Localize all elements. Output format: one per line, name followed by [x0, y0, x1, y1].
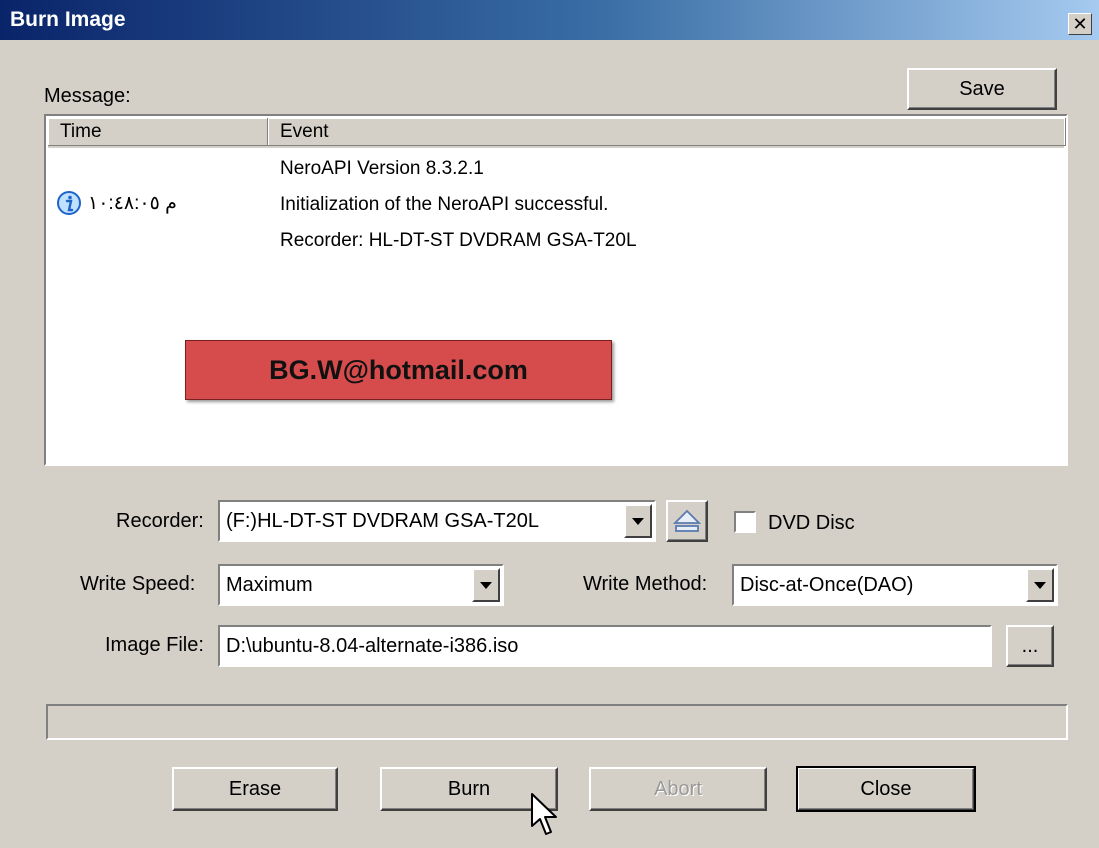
dvd-disc-label: DVD Disc — [768, 512, 855, 534]
recorder-value: (F:)HL-DT-ST DVDRAM GSA-T20L — [226, 510, 539, 532]
write-speed-dropdown-button[interactable] — [472, 568, 500, 602]
event-line-2: Initialization of the NeroAPI successful… — [280, 194, 609, 215]
message-list[interactable]: Time Event م ١٠:٤٨:٠٥ NeroAPI Version 8.… — [44, 114, 1068, 466]
save-button[interactable]: Save — [907, 68, 1057, 110]
write-method-value: Disc-at-Once(DAO) — [740, 574, 914, 596]
write-speed-value: Maximum — [226, 574, 313, 596]
window-title: Burn Image — [10, 8, 126, 31]
image-file-label: Image File: — [105, 634, 204, 656]
column-header-event[interactable]: Event — [268, 118, 1066, 146]
eject-button[interactable] — [666, 500, 708, 542]
image-file-input[interactable]: D:\ubuntu-8.04-alternate-i386.iso — [218, 625, 992, 667]
write-method-dropdown-button[interactable] — [1026, 568, 1054, 602]
recorder-dropdown-button[interactable] — [624, 504, 652, 538]
info-icon — [57, 191, 81, 215]
write-speed-label: Write Speed: — [80, 573, 196, 595]
event-line-1: NeroAPI Version 8.3.2.1 — [280, 158, 484, 179]
close-button[interactable]: Close — [796, 766, 976, 812]
write-speed-select[interactable]: Maximum — [218, 564, 504, 606]
event-line-3: Recorder: HL-DT-ST DVDRAM GSA-T20L — [280, 230, 637, 251]
message-label: Message: — [44, 85, 131, 107]
dvd-disc-checkbox[interactable] — [734, 511, 756, 533]
email-watermark: BG.W@hotmail.com — [185, 340, 612, 400]
chevron-down-icon — [632, 517, 644, 525]
column-header-time[interactable]: Time — [48, 118, 268, 146]
title-bar[interactable]: Burn Image ✕ — [0, 0, 1099, 40]
write-method-select[interactable]: Disc-at-Once(DAO) — [732, 564, 1058, 606]
browse-button[interactable]: ... — [1006, 625, 1054, 667]
write-method-label: Write Method: — [583, 573, 708, 595]
image-file-value: D:\ubuntu-8.04-alternate-i386.iso — [226, 635, 519, 657]
erase-button[interactable]: Erase — [172, 767, 338, 811]
recorder-select[interactable]: (F:)HL-DT-ST DVDRAM GSA-T20L — [218, 500, 656, 542]
eject-icon — [672, 509, 702, 532]
close-icon: ✕ — [1072, 14, 1088, 34]
chevron-down-icon — [1034, 581, 1046, 589]
list-header: Time Event — [48, 118, 1066, 148]
progress-bar — [46, 704, 1068, 740]
recorder-label: Recorder: — [116, 510, 204, 532]
burn-image-dialog: Burn Image ✕ Message: Save Time Event م … — [0, 0, 1099, 848]
abort-button[interactable]: Abort — [589, 767, 767, 811]
close-window-button[interactable]: ✕ — [1068, 13, 1092, 35]
row-time: م ١٠:٤٨:٠٥ — [88, 193, 177, 214]
mouse-cursor-icon — [531, 793, 557, 835]
chevron-down-icon — [480, 581, 492, 589]
